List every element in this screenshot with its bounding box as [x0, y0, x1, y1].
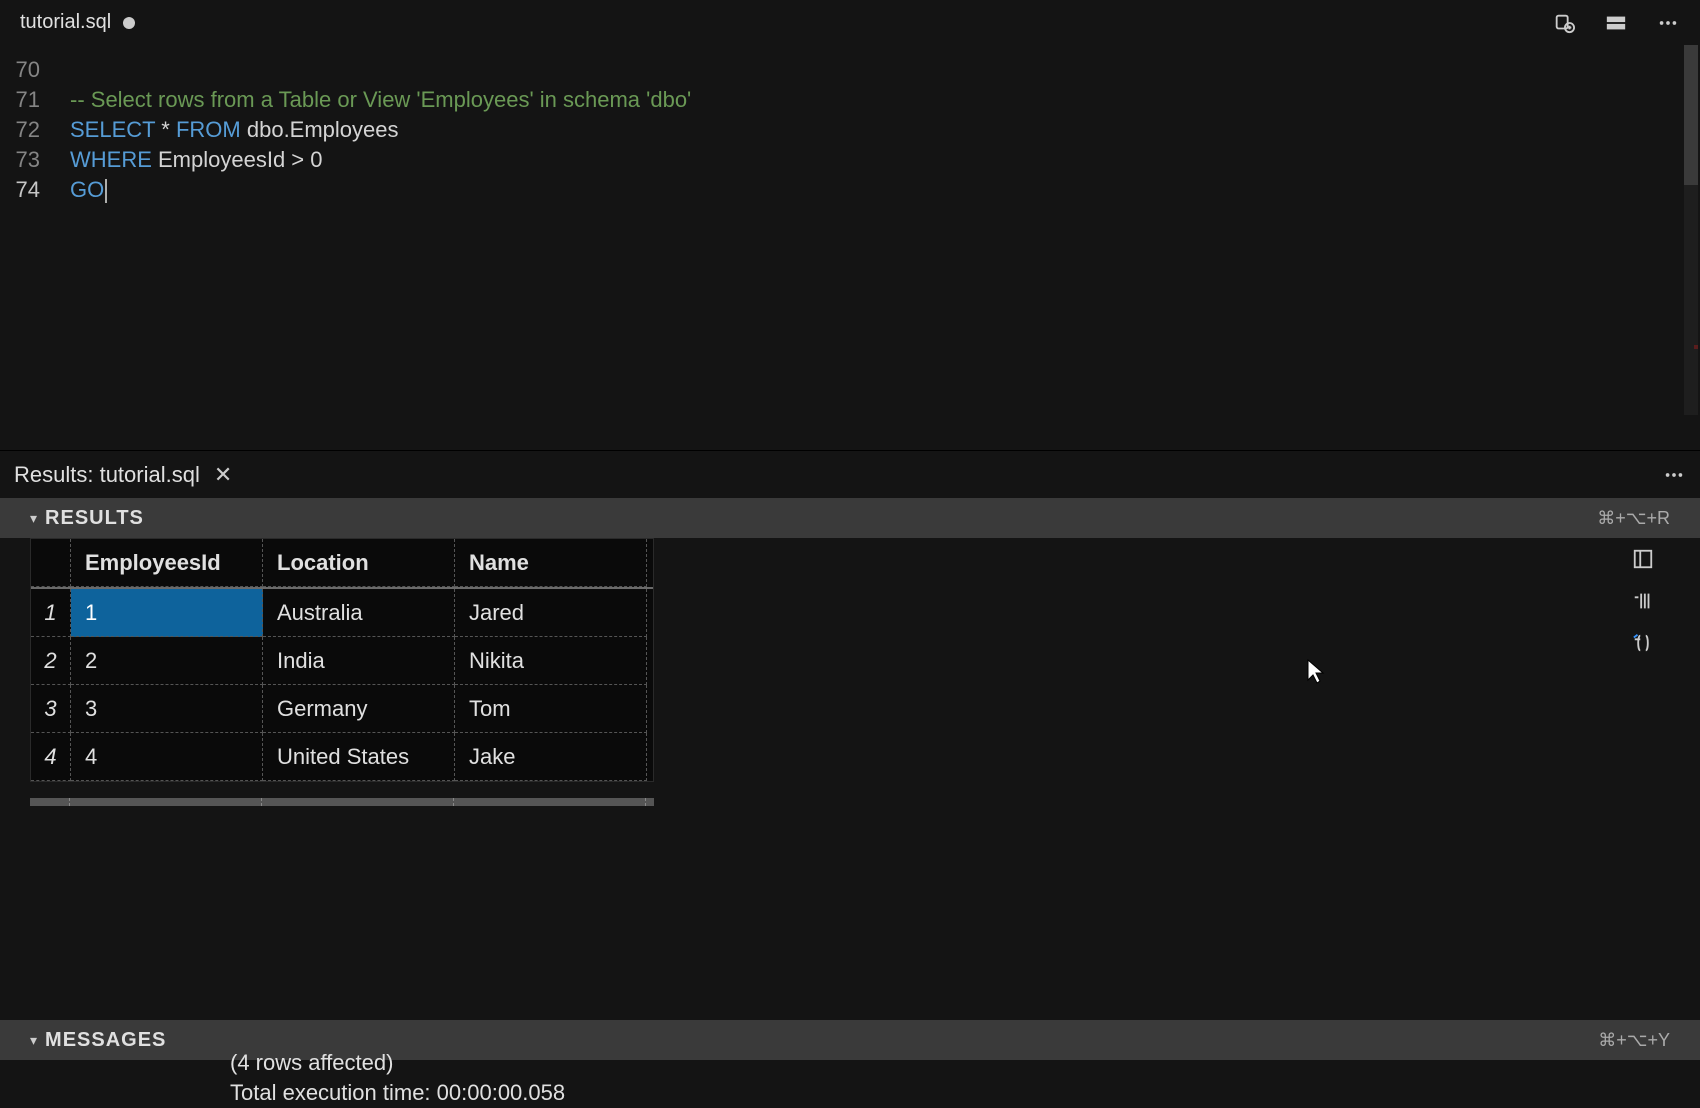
messages-rows-affected: (4 rows affected): [230, 1048, 1670, 1078]
results-section-header[interactable]: ▾ RESULTS ⌘+⌥+R: [0, 498, 1700, 538]
chevron-down-icon: ▾: [30, 510, 37, 527]
editor-tab-bar: tutorial.sql: [0, 0, 1700, 45]
export-json-icon[interactable]: [1632, 632, 1656, 656]
tab-filename: tutorial.sql: [20, 11, 111, 34]
table-row[interactable]: 11AustraliaJared: [31, 589, 653, 637]
line-number: 74: [0, 175, 70, 205]
code-line[interactable]: 74GO: [0, 175, 1700, 205]
grid-cell[interactable]: Nikita: [455, 637, 647, 685]
grid-cell[interactable]: 1: [71, 589, 263, 637]
grid-bottom-divider: [30, 798, 654, 806]
code-line[interactable]: 72SELECT * FROM dbo.Employees: [0, 115, 1700, 145]
code-line[interactable]: 70: [0, 55, 1700, 85]
results-grid[interactable]: EmployeesIdLocationName11AustraliaJared2…: [30, 538, 654, 782]
editor-minimap-scroll[interactable]: [1684, 45, 1698, 415]
code-line[interactable]: 73WHERE EmployeesId > 0: [0, 145, 1700, 175]
grid-cell[interactable]: 2: [71, 637, 263, 685]
maximize-icon[interactable]: [1632, 548, 1656, 572]
row-number-cell[interactable]: 2: [31, 637, 71, 685]
more-actions-icon[interactable]: [1656, 11, 1680, 35]
grid-cell[interactable]: India: [263, 637, 455, 685]
results-tab-bar: Results: tutorial.sql ✕: [0, 450, 1700, 498]
table-row[interactable]: 33GermanyTom: [31, 685, 653, 733]
grid-cell[interactable]: Jared: [455, 589, 647, 637]
messages-section-title: MESSAGES: [45, 1029, 166, 1052]
grid-cell[interactable]: 4: [71, 733, 263, 781]
grid-cell[interactable]: United States: [263, 733, 455, 781]
table-row[interactable]: 44United StatesJake: [31, 733, 653, 781]
grid-column-header[interactable]: Name: [455, 539, 647, 587]
messages-exec-time: Total execution time: 00:00:00.058: [230, 1078, 1670, 1108]
row-number-cell[interactable]: 3: [31, 685, 71, 733]
results-tab-label: Results: tutorial.sql: [14, 462, 200, 488]
editor-scroll-thumb[interactable]: [1684, 45, 1698, 185]
grid-side-actions: [1632, 548, 1656, 656]
line-number: 73: [0, 145, 70, 175]
grid-header-row: EmployeesIdLocationName: [31, 539, 653, 589]
editor-scroll-marker: [1694, 345, 1698, 349]
grid-cell[interactable]: Jake: [455, 733, 647, 781]
results-tab[interactable]: Results: tutorial.sql ✕: [14, 462, 232, 488]
row-number-cell[interactable]: 1: [31, 589, 71, 637]
results-grid-wrap: EmployeesIdLocationName11AustraliaJared2…: [30, 538, 1670, 1020]
grid-cell[interactable]: Tom: [455, 685, 647, 733]
results-more-icon[interactable]: [1662, 463, 1686, 487]
code-editor[interactable]: 7071-- Select rows from a Table or View …: [0, 45, 1700, 450]
line-number: 70: [0, 55, 70, 85]
code-content[interactable]: WHERE EmployeesId > 0: [70, 145, 323, 175]
code-content[interactable]: GO: [70, 175, 107, 205]
code-line[interactable]: 71-- Select rows from a Table or View 'E…: [0, 85, 1700, 115]
line-number: 72: [0, 115, 70, 145]
row-number-cell[interactable]: 4: [31, 733, 71, 781]
changes-icon[interactable]: [1552, 11, 1576, 35]
results-shortcut: ⌘+⌥+R: [1597, 508, 1670, 529]
text-cursor: [105, 179, 107, 203]
editor-tab[interactable]: tutorial.sql: [10, 0, 145, 45]
table-row[interactable]: 22IndiaNikita: [31, 637, 653, 685]
tab-modified-dot: [123, 17, 135, 29]
export-csv-icon[interactable]: [1632, 590, 1656, 614]
close-icon[interactable]: ✕: [214, 462, 232, 488]
line-number: 71: [0, 85, 70, 115]
grid-cell[interactable]: 3: [71, 685, 263, 733]
grid-column-header[interactable]: EmployeesId: [71, 539, 263, 587]
grid-cell[interactable]: Germany: [263, 685, 455, 733]
results-section-title: RESULTS: [45, 507, 144, 530]
results-panel: ▾ RESULTS ⌘+⌥+R EmployeesIdLocationName1…: [0, 498, 1700, 1108]
grid-cell[interactable]: Australia: [263, 589, 455, 637]
tab-actions: [1552, 11, 1690, 35]
code-content[interactable]: SELECT * FROM dbo.Employees: [70, 115, 399, 145]
grid-column-header[interactable]: Location: [263, 539, 455, 587]
code-content[interactable]: -- Select rows from a Table or View 'Emp…: [70, 85, 691, 115]
chevron-down-icon: ▾: [30, 1032, 37, 1049]
grid-corner-cell[interactable]: [31, 539, 71, 587]
messages-content: (4 rows affected) Total execution time: …: [30, 1060, 1670, 1108]
split-editor-icon[interactable]: [1604, 11, 1628, 35]
